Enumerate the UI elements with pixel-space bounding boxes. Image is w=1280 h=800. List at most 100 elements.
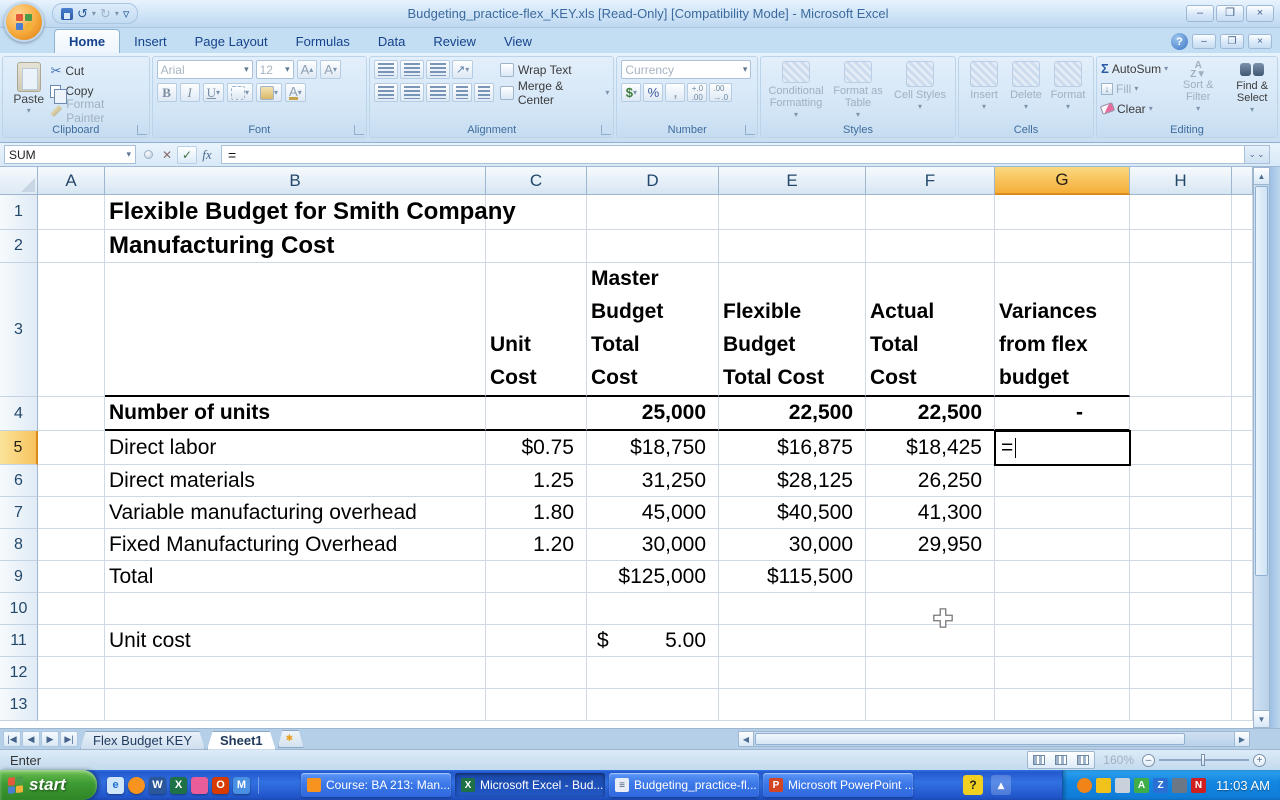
zoom-in-icon[interactable]: + xyxy=(1253,753,1266,767)
cell-B12[interactable] xyxy=(105,657,486,689)
tray-key-icon[interactable] xyxy=(1115,777,1131,793)
scroll-down-icon[interactable]: ▼ xyxy=(1254,710,1269,727)
cell-E13[interactable] xyxy=(719,689,866,721)
restore-button[interactable]: ❐ xyxy=(1216,5,1244,22)
cell-D6[interactable]: 31,250 xyxy=(587,465,719,497)
undo-dropdown-icon[interactable]: ▾ xyxy=(92,9,96,18)
cell-F9[interactable] xyxy=(866,561,995,593)
borders-button[interactable]: ▾ xyxy=(227,83,254,102)
cell-E8[interactable]: 30,000 xyxy=(719,529,866,561)
cell-E6[interactable]: $28,125 xyxy=(719,465,866,497)
task-budgeting-doc[interactable]: ≡ Budgeting_practice-fl... xyxy=(609,773,759,797)
row-header-11[interactable]: 11 xyxy=(0,625,38,657)
cell-F6[interactable]: 26,250 xyxy=(866,465,995,497)
cell-H2[interactable] xyxy=(1130,230,1232,263)
underline-button[interactable]: U ▾ xyxy=(202,83,225,102)
cell-G2[interactable] xyxy=(995,230,1130,263)
cell-partial6[interactable] xyxy=(1232,465,1253,497)
cell-F11[interactable] xyxy=(866,625,995,657)
cell-C3[interactable]: Unit Cost xyxy=(486,263,587,397)
conditional-formatting-button[interactable]: Conditional Formatting ▾ xyxy=(765,60,827,121)
cell-D1[interactable] xyxy=(587,195,719,230)
cell-H13[interactable] xyxy=(1130,689,1232,721)
cell-C13[interactable] xyxy=(486,689,587,721)
column-header-A[interactable]: A xyxy=(38,167,105,195)
autosum-button[interactable]: Σ AutoSum ▾ xyxy=(1101,60,1168,77)
cell-G7[interactable] xyxy=(995,497,1130,529)
cell-H9[interactable] xyxy=(1130,561,1232,593)
cell-C10[interactable] xyxy=(486,593,587,625)
cell-F10[interactable] xyxy=(866,593,995,625)
font-color-button[interactable]: A ▾ xyxy=(285,83,306,102)
horizontal-scrollbar[interactable]: ◀ ▶ xyxy=(738,731,1250,748)
cell-E11[interactable] xyxy=(719,625,866,657)
tab-review[interactable]: Review xyxy=(419,30,490,53)
cell-partial12[interactable] xyxy=(1232,657,1253,689)
cell-D12[interactable] xyxy=(587,657,719,689)
cell-F13[interactable] xyxy=(866,689,995,721)
cell-E3[interactable]: Flexible Budget Total Cost xyxy=(719,263,866,397)
cell-partial2[interactable] xyxy=(1232,230,1253,263)
column-header-E[interactable]: E xyxy=(719,167,866,195)
undo-icon[interactable]: ↺ xyxy=(77,7,88,20)
accounting-format-button[interactable]: $ ▾ xyxy=(621,83,642,102)
vertical-scrollbar[interactable]: ▲ ▼ xyxy=(1253,167,1270,728)
firefox-icon[interactable] xyxy=(128,776,145,794)
normal-view-button[interactable] xyxy=(1028,752,1050,768)
fill-color-button[interactable]: ▾ xyxy=(256,83,283,102)
cell-E7[interactable]: $40,500 xyxy=(719,497,866,529)
select-all-corner[interactable] xyxy=(0,167,38,195)
task-firefox-course[interactable]: Course: BA 213: Man... xyxy=(301,773,451,797)
clear-button[interactable]: Clear ▾ xyxy=(1099,100,1168,117)
cell-H5[interactable] xyxy=(1130,431,1232,465)
cell-A13[interactable] xyxy=(38,689,105,721)
align-left-button[interactable] xyxy=(374,83,399,102)
cell-F8[interactable]: 29,950 xyxy=(866,529,995,561)
cell-C4[interactable] xyxy=(486,397,587,431)
cell-E1[interactable] xyxy=(719,195,866,230)
scroll-left-icon[interactable]: ◀ xyxy=(738,731,754,747)
cell-G6[interactable] xyxy=(995,465,1130,497)
cell-partial5[interactable] xyxy=(1232,431,1253,465)
office-button-icon[interactable] xyxy=(4,2,44,42)
sheet-tab-sheet1[interactable]: Sheet1 xyxy=(207,731,276,750)
cell-F4[interactable]: 22,500 xyxy=(866,397,995,431)
start-button[interactable]: start xyxy=(0,770,97,800)
cell-A8[interactable] xyxy=(38,529,105,561)
name-box[interactable]: SUM ▾ xyxy=(4,145,136,164)
row-header-13[interactable]: 13 xyxy=(0,689,38,721)
insert-worksheet-tab[interactable] xyxy=(278,730,304,748)
cell-B8[interactable]: Fixed Manufacturing Overhead xyxy=(105,529,486,561)
cancel-entry-button[interactable]: ✕ xyxy=(157,146,177,164)
align-bottom-button[interactable] xyxy=(426,60,451,79)
tab-insert[interactable]: Insert xyxy=(120,30,181,53)
row-header-10[interactable]: 10 xyxy=(0,593,38,625)
cell-H10[interactable] xyxy=(1130,593,1232,625)
cell-C7[interactable]: 1.80 xyxy=(486,497,587,529)
cell-C12[interactable] xyxy=(486,657,587,689)
horizontal-scroll-thumb[interactable] xyxy=(755,733,1185,745)
cell-B1[interactable]: Flexible Budget for Smith Company xyxy=(105,195,516,230)
cell-F5[interactable]: $18,425 xyxy=(866,431,995,465)
cell-D2[interactable] xyxy=(587,230,719,263)
cell-G1[interactable] xyxy=(995,195,1130,230)
fill-button[interactable]: ↓ Fill ▾ xyxy=(1101,80,1168,97)
italic-button[interactable]: I xyxy=(179,83,200,102)
cell-H8[interactable] xyxy=(1130,529,1232,561)
cell-partial8[interactable] xyxy=(1232,529,1253,561)
cell-H7[interactable] xyxy=(1130,497,1232,529)
workbook-minimize-button[interactable]: – xyxy=(1192,34,1216,49)
column-header-B[interactable]: B xyxy=(105,167,486,195)
align-center-button[interactable] xyxy=(400,83,425,102)
bold-button[interactable]: B xyxy=(156,83,177,102)
cell-D10[interactable] xyxy=(587,593,719,625)
cell-C6[interactable]: 1.25 xyxy=(486,465,587,497)
task-powerpoint[interactable]: P Microsoft PowerPoint ... xyxy=(763,773,913,797)
name-box-dropdown-icon[interactable]: ▾ xyxy=(126,149,131,160)
cell-styles-button[interactable]: Cell Styles ▾ xyxy=(889,60,951,121)
cell-A10[interactable] xyxy=(38,593,105,625)
decrease-decimal-button[interactable]: .00 →.0 xyxy=(709,83,733,102)
cell-F1[interactable] xyxy=(866,195,995,230)
cell-A7[interactable] xyxy=(38,497,105,529)
format-painter-button[interactable]: Format Painter xyxy=(50,97,144,125)
